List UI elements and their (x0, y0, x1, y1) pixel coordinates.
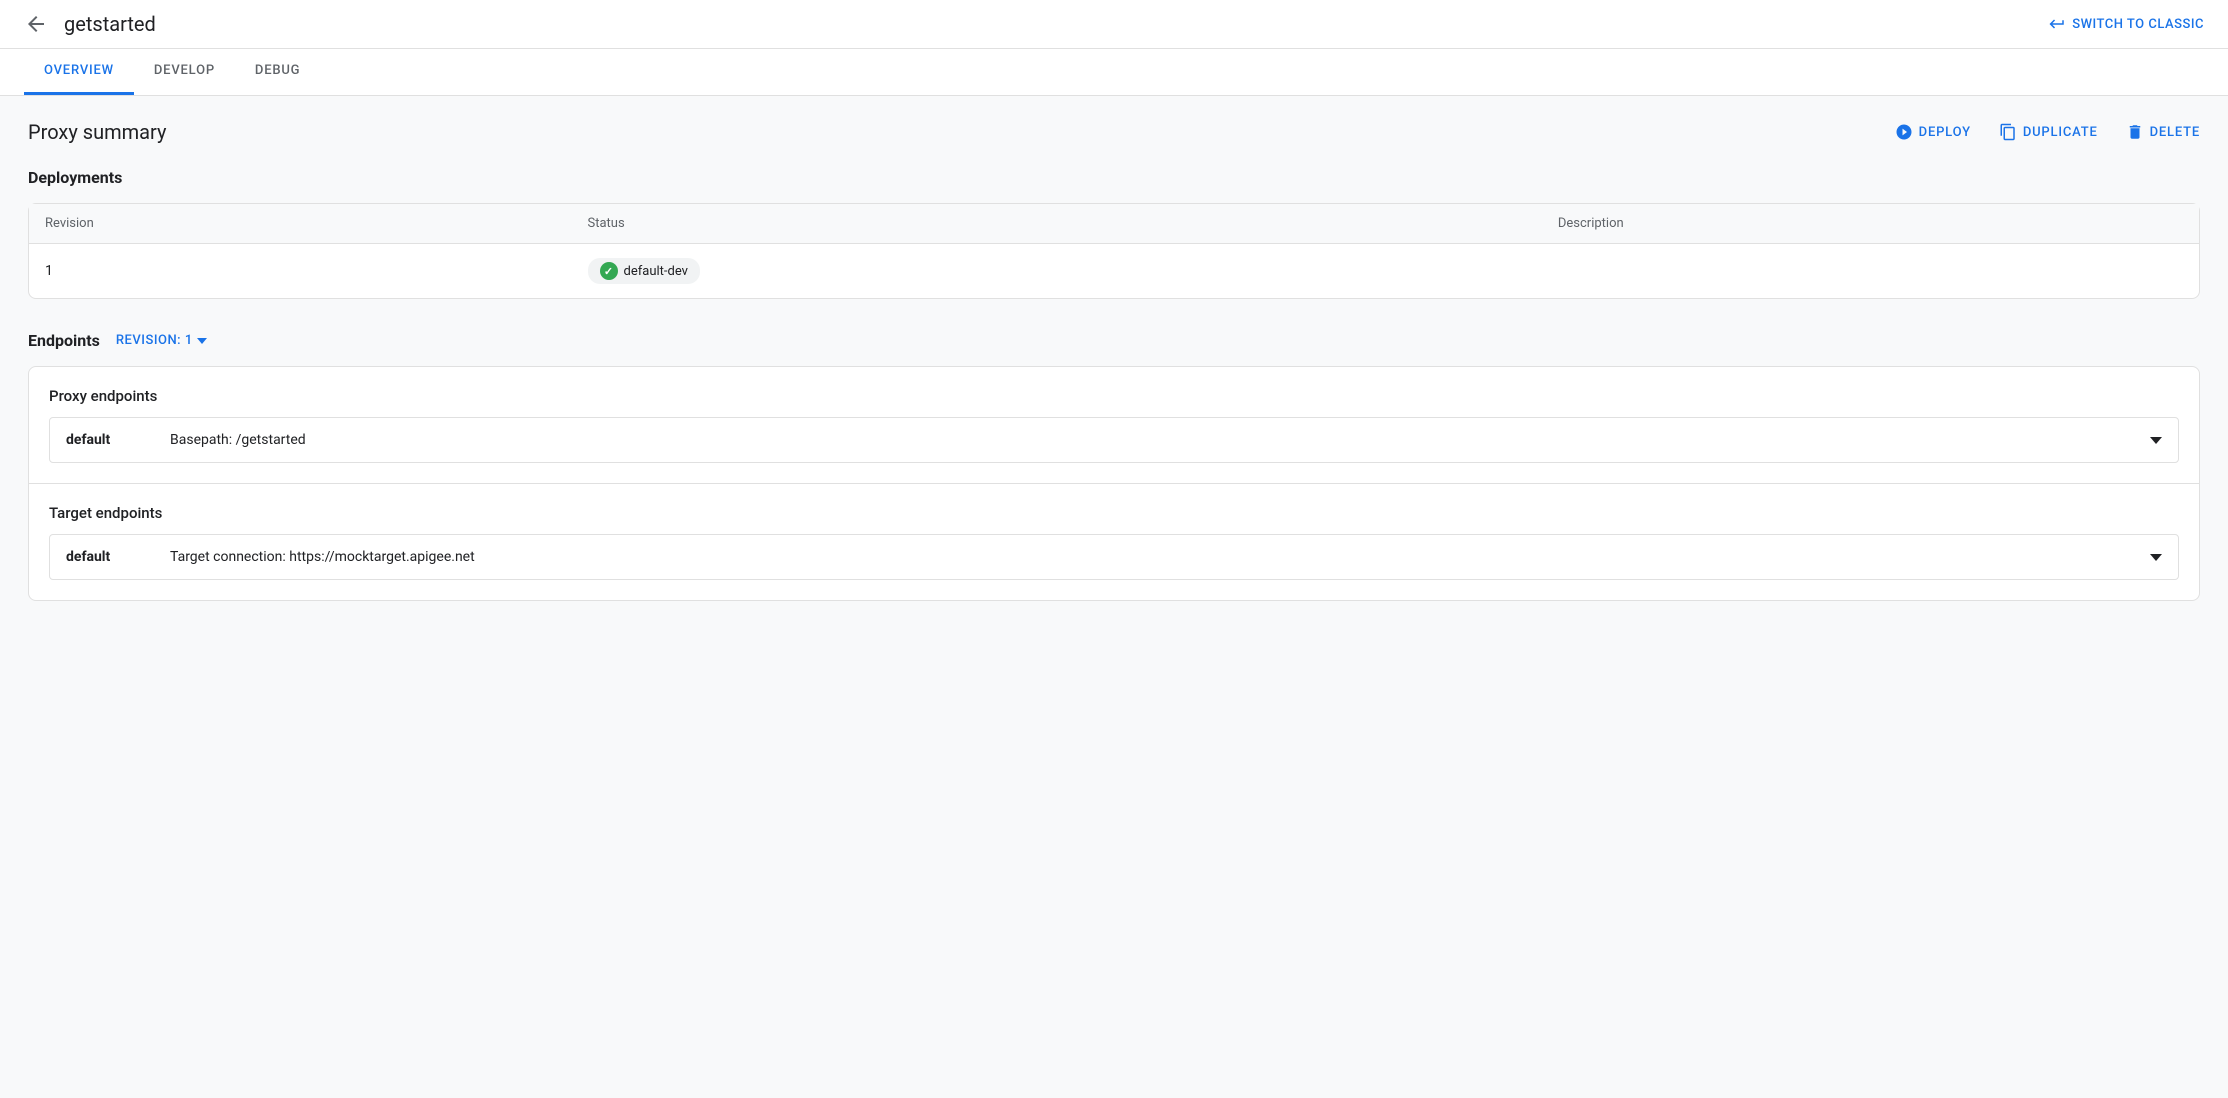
tab-debug[interactable]: DEBUG (235, 49, 320, 95)
revision-dropdown[interactable]: REVISION: 1 (116, 333, 207, 348)
deployments-table: Revision Status Description 1 default-de… (29, 204, 2199, 298)
page-title: getstarted (64, 12, 156, 36)
status-label: default-dev (624, 264, 688, 279)
divider (29, 483, 2199, 484)
target-endpoint-row[interactable]: default Target connection: https://mockt… (49, 534, 2179, 580)
deployments-section-title: Deployments (28, 168, 2200, 187)
proxy-summary-header: Proxy summary DEPLOY DUPLICATE DELETE (28, 120, 2200, 144)
proxy-endpoints-title: Proxy endpoints (49, 387, 2179, 405)
proxy-endpoint-row-left: default Basepath: /getstarted (66, 432, 306, 448)
action-buttons: DEPLOY DUPLICATE DELETE (1895, 123, 2200, 141)
duplicate-button[interactable]: DUPLICATE (1999, 123, 2098, 141)
col-description: Description (1542, 204, 2199, 244)
delete-button[interactable]: DELETE (2126, 123, 2200, 141)
chevron-down-icon (197, 338, 207, 344)
top-bar-left: getstarted (24, 12, 156, 36)
proxy-endpoint-name: default (66, 432, 146, 448)
cell-revision: 1 (29, 244, 572, 299)
deploy-button[interactable]: DEPLOY (1895, 123, 1971, 141)
duplicate-label: DUPLICATE (2023, 125, 2098, 140)
main-content: Proxy summary DEPLOY DUPLICATE DELETE (0, 96, 2228, 625)
back-button[interactable] (24, 12, 48, 36)
tab-overview[interactable]: OVERVIEW (24, 49, 134, 95)
switch-classic-label: SWITCH TO CLASSIC (2072, 17, 2204, 32)
status-dot-icon (600, 262, 618, 280)
cell-status: default-dev (572, 244, 1542, 299)
table-row: 1 default-dev (29, 244, 2199, 299)
deploy-label: DEPLOY (1919, 125, 1971, 140)
deployments-card: Revision Status Description 1 default-de… (28, 203, 2200, 299)
target-endpoint-row-left: default Target connection: https://mockt… (66, 549, 475, 565)
chevron-down-icon (2150, 437, 2162, 444)
target-endpoints-title: Target endpoints (49, 504, 2179, 522)
chevron-down-icon (2150, 554, 2162, 561)
status-badge: default-dev (588, 258, 700, 284)
deployments-table-container: Revision Status Description 1 default-de… (29, 204, 2199, 298)
col-revision: Revision (29, 204, 572, 244)
cell-description (1542, 244, 2199, 299)
col-status: Status (572, 204, 1542, 244)
endpoints-card: Proxy endpoints default Basepath: /getst… (28, 366, 2200, 601)
endpoints-section-title: Endpoints (28, 331, 100, 350)
proxy-endpoint-row[interactable]: default Basepath: /getstarted (49, 417, 2179, 463)
top-bar: getstarted SWITCH TO CLASSIC (0, 0, 2228, 49)
tab-develop[interactable]: DEVELOP (134, 49, 235, 95)
revision-label: REVISION: 1 (116, 333, 193, 348)
target-endpoint-name: default (66, 549, 146, 565)
tabs-bar: OVERVIEW DEVELOP DEBUG (0, 49, 2228, 96)
switch-to-classic-button[interactable]: SWITCH TO CLASSIC (2048, 15, 2204, 33)
table-header-row: Revision Status Description (29, 204, 2199, 244)
endpoints-header: Endpoints REVISION: 1 (28, 331, 2200, 350)
delete-label: DELETE (2150, 125, 2200, 140)
target-endpoint-info: Target connection: https://mocktarget.ap… (170, 549, 475, 565)
proxy-summary-title: Proxy summary (28, 120, 166, 144)
proxy-endpoint-info: Basepath: /getstarted (170, 432, 306, 448)
